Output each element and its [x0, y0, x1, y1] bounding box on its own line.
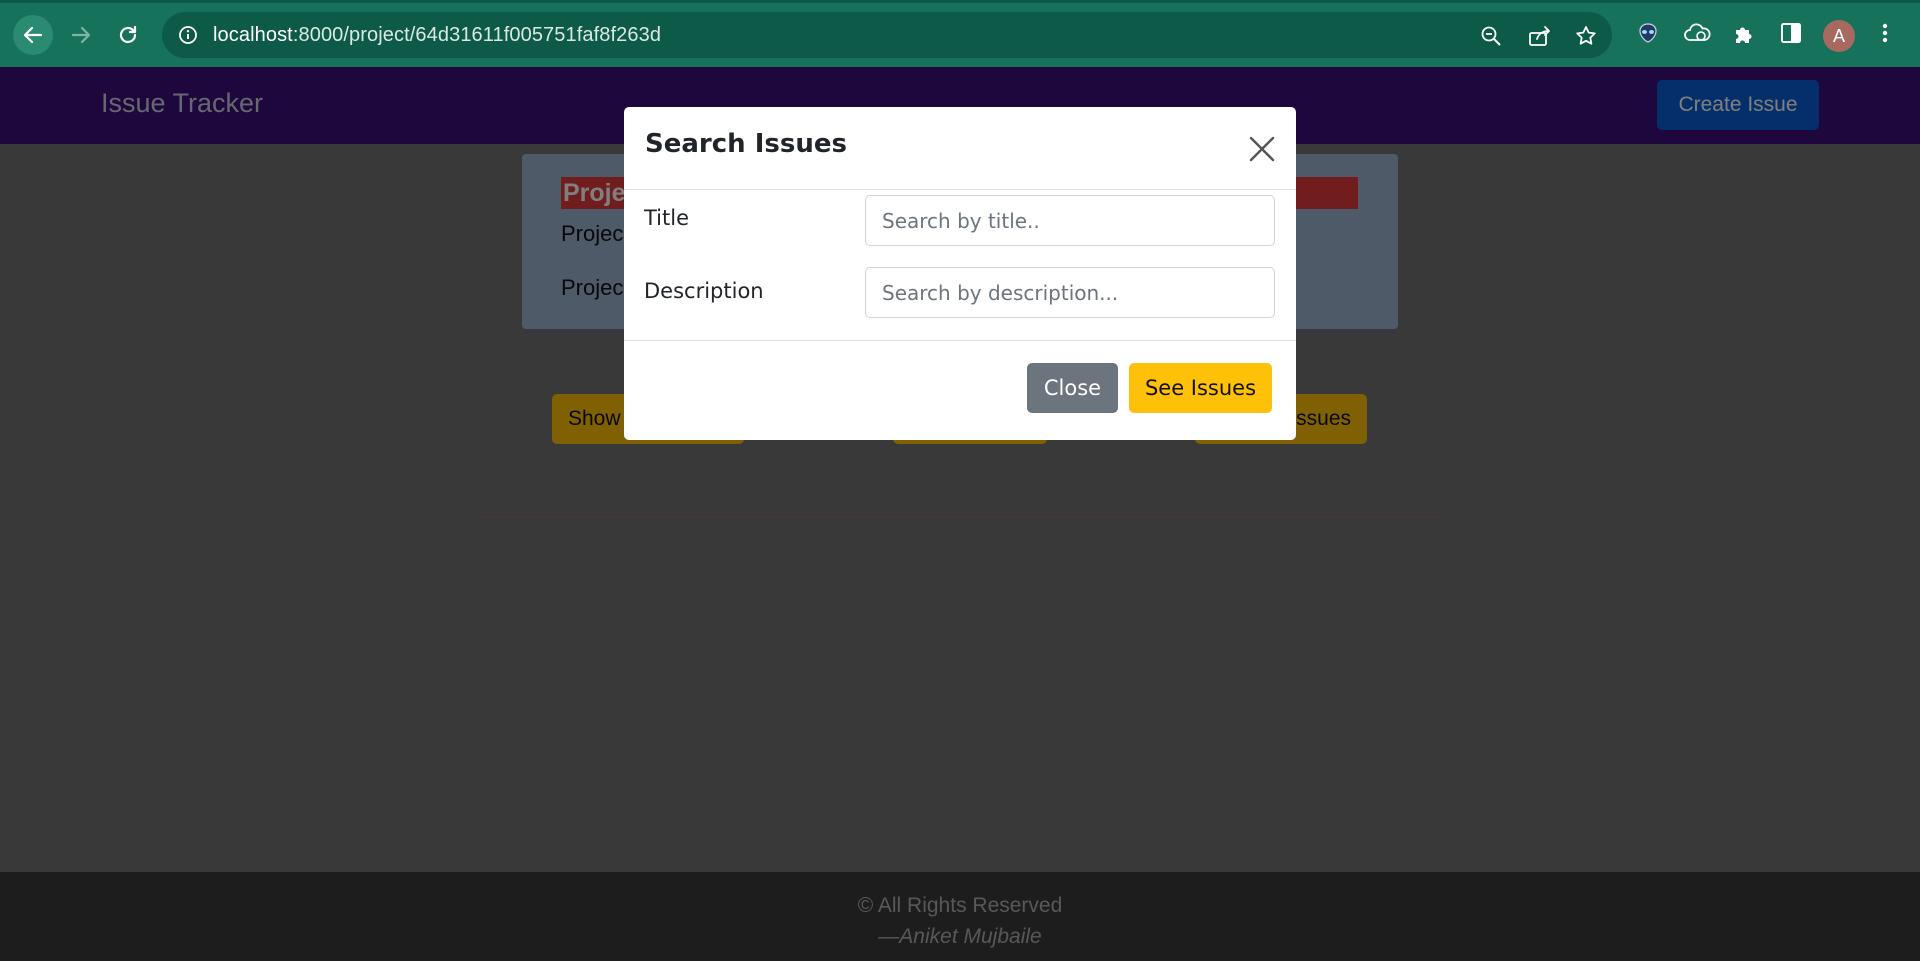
extension-alien-icon[interactable] — [1637, 22, 1659, 44]
arrow-right-icon — [71, 26, 91, 44]
profile-avatar[interactable]: A — [1823, 20, 1855, 52]
modal-title: Search Issues — [645, 129, 847, 159]
url-path: :8000/project/64d31611f005751faf8f263d — [292, 24, 662, 46]
modal-footer-divider — [624, 340, 1296, 341]
side-panel-icon[interactable] — [1780, 22, 1802, 44]
extensions-puzzle-icon[interactable] — [1732, 22, 1756, 46]
title-label: Title — [644, 206, 690, 230]
address-bar[interactable]: localhost:8000/project/64d31611f005751fa… — [162, 12, 1612, 58]
tab-strip-edge — [0, 0, 1920, 3]
bookmark-star-icon[interactable] — [1575, 25, 1597, 47]
extension-cloud-icon[interactable] — [1683, 22, 1711, 44]
title-search-input[interactable] — [865, 195, 1275, 246]
see-issues-button[interactable]: See Issues — [1129, 363, 1272, 413]
description-label: Description — [644, 279, 764, 303]
close-button[interactable]: Close — [1027, 363, 1118, 413]
modal-header: Search Issues — [624, 107, 1296, 190]
description-search-input[interactable] — [865, 267, 1275, 318]
back-button[interactable] — [13, 15, 53, 55]
more-menu-icon[interactable] — [1879, 22, 1891, 44]
arrow-left-icon — [23, 26, 43, 44]
forward-button[interactable] — [61, 15, 101, 55]
reload-button[interactable] — [108, 15, 148, 55]
browser-toolbar: localhost:8000/project/64d31611f005751fa… — [0, 0, 1920, 67]
close-icon[interactable] — [1248, 135, 1276, 163]
url-text[interactable]: localhost:8000/project/64d31611f005751fa… — [213, 24, 661, 47]
zoom-icon[interactable] — [1480, 25, 1502, 47]
share-icon[interactable] — [1528, 25, 1552, 47]
site-info-icon[interactable] — [178, 25, 198, 45]
search-issues-modal: Search Issues Title Description Close Se… — [624, 107, 1296, 440]
url-host: localhost — [213, 24, 293, 46]
reload-icon — [119, 25, 137, 44]
